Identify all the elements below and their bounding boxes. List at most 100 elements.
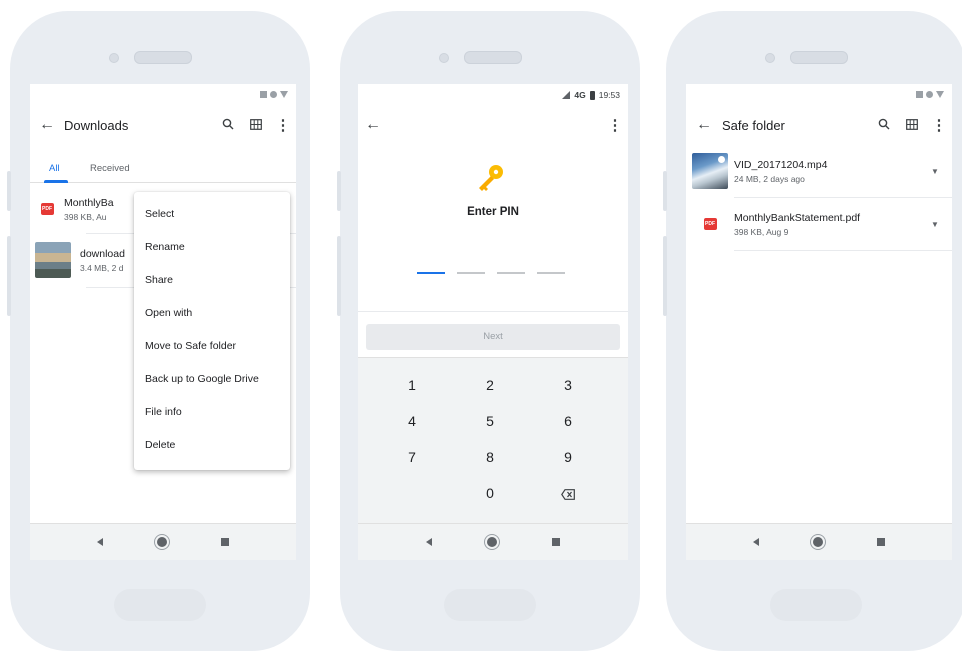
tab-bar: All Received: [30, 160, 296, 183]
search-icon[interactable]: [214, 118, 242, 133]
screen: 4G 19:53 ← ⋮ Enter PIN Next 1 2 3 4 5 6 …: [358, 84, 628, 560]
more-options-icon[interactable]: ⋮: [602, 118, 628, 133]
grid-view-icon[interactable]: [898, 118, 926, 133]
key-3[interactable]: 3: [538, 368, 598, 402]
pin-digit-slot: [417, 272, 445, 274]
nav-recents-icon[interactable]: [877, 538, 885, 546]
screen: ← Safe folder ⋮ VID_20171204.mp4 24 MB, …: [686, 84, 952, 560]
menu-item-open-with[interactable]: Open with: [134, 297, 290, 329]
battery-icon: [589, 90, 595, 100]
menu-item-file-info[interactable]: File info: [134, 396, 290, 428]
pin-digit-slot: [537, 272, 565, 274]
tab-received[interactable]: Received: [90, 163, 130, 174]
chin-button: [444, 589, 536, 621]
key-icon: [474, 162, 506, 194]
search-icon[interactable]: [870, 118, 898, 133]
phone-enter-pin: 4G 19:53 ← ⋮ Enter PIN Next 1 2 3 4 5 6 …: [337, 11, 640, 651]
menu-item-move-to-safe-folder[interactable]: Move to Safe folder: [134, 330, 290, 362]
key-1[interactable]: 1: [382, 368, 442, 402]
speaker-grille: [464, 51, 522, 64]
pin-title: Enter PIN: [467, 206, 519, 218]
nav-recents-icon[interactable]: [221, 538, 229, 546]
menu-item-delete[interactable]: Delete: [134, 429, 290, 461]
divider: [734, 250, 952, 251]
status-triangle-icon: [936, 91, 944, 98]
numeric-keypad: 1 2 3 4 5 6 7 8 9 0: [358, 357, 628, 525]
key-0[interactable]: 0: [460, 476, 520, 510]
key-8[interactable]: 8: [460, 440, 520, 474]
menu-item-rename[interactable]: Rename: [134, 231, 290, 263]
status-circle-icon: [926, 91, 933, 98]
pdf-file-icon: PDF: [703, 218, 717, 230]
file-name: MonthlyBankStatement.pdf: [734, 211, 861, 224]
system-nav-bar: [686, 523, 952, 560]
system-nav-bar: [358, 523, 628, 560]
status-square-icon: [260, 91, 267, 98]
key-5[interactable]: 5: [460, 404, 520, 438]
tab-all[interactable]: All: [49, 163, 60, 174]
more-options-icon[interactable]: ⋮: [926, 118, 952, 133]
backspace-icon[interactable]: [538, 476, 598, 510]
nav-back-icon[interactable]: [425, 538, 432, 546]
menu-item-back-up-to-google-drive[interactable]: Back up to Google Drive: [134, 363, 290, 395]
speaker-grille: [134, 51, 192, 64]
side-button: [7, 171, 11, 211]
key-4[interactable]: 4: [382, 404, 442, 438]
page-title: Downloads: [64, 117, 129, 133]
status-square-icon: [916, 91, 923, 98]
nav-back-icon[interactable]: [97, 538, 103, 546]
network-type: 4G: [574, 90, 586, 100]
more-options-icon[interactable]: ⋮: [270, 118, 296, 133]
camera-dot: [439, 53, 449, 63]
back-arrow-icon[interactable]: ←: [30, 116, 64, 134]
video-thumbnail: [692, 153, 728, 189]
file-name: VID_20171204.mp4: [734, 158, 828, 171]
system-nav-bar: [30, 523, 296, 560]
signal-icon: [562, 91, 571, 99]
divider: [358, 311, 628, 312]
key-2[interactable]: 2: [460, 368, 520, 402]
status-circle-icon: [270, 91, 277, 98]
nav-back-icon[interactable]: [753, 538, 759, 546]
nav-home-icon[interactable]: [813, 537, 823, 547]
status-triangle-icon: [280, 91, 288, 98]
side-button: [7, 236, 11, 316]
next-button[interactable]: Next: [366, 324, 620, 350]
back-arrow-icon[interactable]: ←: [358, 116, 388, 134]
side-button: [337, 236, 341, 316]
nav-home-icon[interactable]: [486, 537, 497, 547]
menu-item-share[interactable]: Share: [134, 264, 290, 296]
status-bar: [30, 84, 296, 108]
list-item[interactable]: VID_20171204.mp4 24 MB, 2 days ago ▼: [686, 151, 952, 191]
chevron-down-icon[interactable]: ▼: [918, 167, 952, 176]
file-meta: 3.4 MB, 2 d: [80, 262, 124, 273]
nav-recents-icon[interactable]: [552, 538, 561, 546]
toolbar: ← Downloads ⋮: [30, 108, 296, 142]
key-7[interactable]: 7: [382, 440, 442, 474]
file-meta: 398 KB, Aug 9: [734, 226, 789, 237]
side-button: [663, 236, 667, 316]
key-6[interactable]: 6: [538, 404, 598, 438]
list-item[interactable]: PDF MonthlyBankStatement.pdf 398 KB, Aug…: [686, 204, 952, 244]
back-arrow-icon[interactable]: ←: [686, 116, 722, 134]
screen: ← Downloads ⋮ All Received PDF MonthlyBa…: [30, 84, 296, 560]
chevron-down-icon[interactable]: ▼: [918, 220, 952, 229]
page-title: Safe folder: [722, 117, 785, 133]
side-button: [663, 171, 667, 211]
status-bar: [686, 84, 952, 108]
pin-digit-slot: [497, 272, 525, 274]
context-menu: Select Rename Share Open with Move to Sa…: [134, 192, 290, 470]
grid-view-icon[interactable]: [242, 118, 270, 133]
nav-home-icon[interactable]: [157, 537, 167, 547]
file-name: MonthlyBa: [64, 196, 114, 209]
speaker-grille: [790, 51, 848, 64]
chin-button: [770, 589, 862, 621]
phone-downloads: ← Downloads ⋮ All Received PDF MonthlyBa…: [7, 11, 310, 651]
camera-dot: [765, 53, 775, 63]
key-9[interactable]: 9: [538, 440, 598, 474]
toolbar: ← Safe folder ⋮: [686, 108, 952, 142]
file-meta: 24 MB, 2 days ago: [734, 173, 805, 184]
side-button: [337, 171, 341, 211]
menu-item-select[interactable]: Select: [134, 198, 290, 230]
toolbar: ← ⋮: [358, 108, 628, 142]
